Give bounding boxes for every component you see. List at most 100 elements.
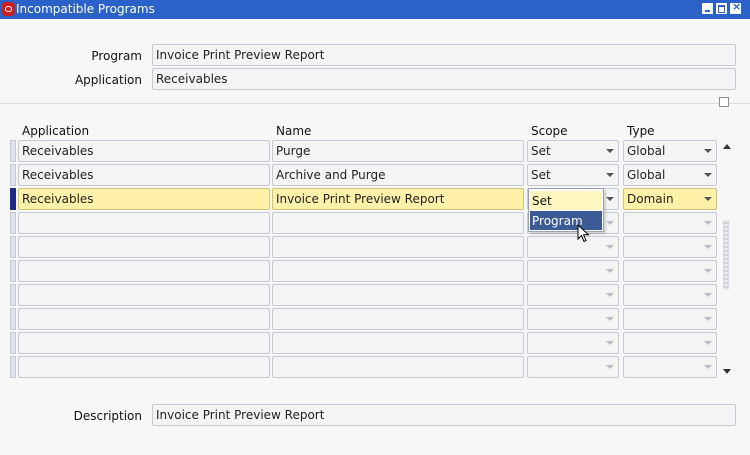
program-field[interactable]: Invoice Print Preview Report [152, 44, 736, 66]
window-title: Incompatible Programs [16, 2, 155, 16]
row-indicator[interactable] [10, 308, 16, 330]
row-indicator[interactable] [10, 212, 16, 234]
cell-scope[interactable] [527, 308, 619, 330]
cell-application[interactable] [18, 332, 270, 354]
title-bar: Incompatible Programs [0, 0, 750, 19]
cell-name[interactable]: Archive and Purge [272, 164, 524, 186]
application-field[interactable]: Receivables [152, 68, 736, 90]
chevron-down-icon[interactable] [704, 365, 712, 369]
cell-scope[interactable]: Set [527, 140, 619, 162]
cell-type[interactable] [623, 308, 717, 330]
cell-type[interactable]: Global [623, 140, 717, 162]
cell-scope[interactable] [527, 356, 619, 378]
cell-name[interactable] [272, 356, 524, 378]
cell-application[interactable]: Receivables [18, 188, 270, 210]
cell-type-value: Global [627, 168, 666, 182]
program-label: Program [91, 49, 142, 63]
row-indicator-current[interactable] [10, 188, 16, 210]
section-divider [0, 103, 750, 104]
cell-application[interactable]: Receivables [18, 140, 270, 162]
column-header-type: Type [627, 124, 655, 138]
cell-application[interactable] [18, 236, 270, 258]
cell-name[interactable] [272, 308, 524, 330]
chevron-down-icon[interactable] [606, 149, 614, 153]
application-label: Application [74, 73, 142, 87]
chevron-down-icon[interactable] [606, 221, 614, 225]
description-label: Description [73, 409, 142, 423]
cell-type[interactable]: Global [623, 164, 717, 186]
scope-dropdown-list[interactable]: Set Program [528, 188, 604, 232]
chevron-down-icon[interactable] [606, 293, 614, 297]
row-indicator[interactable] [10, 236, 16, 258]
chevron-down-icon[interactable] [704, 221, 712, 225]
cell-application[interactable] [18, 212, 270, 234]
close-icon[interactable] [730, 0, 741, 14]
cell-type-value: Global [627, 144, 666, 158]
cell-type[interactable] [623, 260, 717, 282]
row-indicator[interactable] [10, 356, 16, 378]
cell-name[interactable]: Invoice Print Preview Report [272, 188, 524, 210]
chevron-down-icon[interactable] [606, 197, 614, 201]
cell-name[interactable] [272, 236, 524, 258]
cell-name[interactable] [272, 212, 524, 234]
minimize-icon[interactable] [702, 3, 713, 14]
row-indicator[interactable] [10, 260, 16, 282]
chevron-down-icon[interactable] [606, 173, 614, 177]
cell-type[interactable] [623, 236, 717, 258]
cell-scope[interactable] [527, 284, 619, 306]
chevron-down-icon[interactable] [704, 173, 712, 177]
dropdown-option-program[interactable]: Program [530, 211, 602, 230]
chevron-down-icon[interactable] [704, 245, 712, 249]
chevron-down-icon[interactable] [606, 341, 614, 345]
cell-type-value: Domain [627, 192, 674, 206]
cell-type[interactable]: Domain [623, 188, 717, 210]
scroll-up-icon[interactable] [723, 144, 731, 149]
cell-type[interactable] [623, 356, 717, 378]
scroll-track[interactable] [723, 220, 729, 290]
chevron-down-icon[interactable] [704, 317, 712, 321]
row-indicator[interactable] [10, 284, 16, 306]
cell-name[interactable] [272, 260, 524, 282]
chevron-down-icon[interactable] [704, 197, 712, 201]
chevron-down-icon[interactable] [606, 317, 614, 321]
column-header-scope: Scope [531, 124, 568, 138]
cell-scope[interactable] [527, 332, 619, 354]
vertical-scrollbar[interactable] [720, 140, 732, 378]
cell-name[interactable] [272, 284, 524, 306]
cell-application[interactable] [18, 284, 270, 306]
scroll-down-icon[interactable] [723, 369, 731, 374]
cell-scope[interactable] [527, 236, 619, 258]
cell-application[interactable] [18, 308, 270, 330]
cell-application[interactable]: Receivables [18, 164, 270, 186]
chevron-down-icon[interactable] [606, 269, 614, 273]
cell-type[interactable] [623, 212, 717, 234]
cell-name[interactable]: Purge [272, 140, 524, 162]
cell-type[interactable] [623, 284, 717, 306]
oracle-logo-icon [2, 2, 15, 16]
chevron-down-icon[interactable] [606, 245, 614, 249]
checkbox[interactable] [719, 97, 729, 107]
chevron-down-icon[interactable] [704, 341, 712, 345]
description-field[interactable]: Invoice Print Preview Report [152, 404, 736, 426]
column-header-name: Name [276, 124, 312, 138]
chevron-down-icon[interactable] [704, 269, 712, 273]
cell-name[interactable] [272, 332, 524, 354]
cell-application[interactable] [18, 260, 270, 282]
cell-application[interactable] [18, 356, 270, 378]
cell-type[interactable] [623, 332, 717, 354]
row-indicator[interactable] [10, 332, 16, 354]
mouse-cursor-icon [577, 224, 590, 243]
cell-scope[interactable]: Set [527, 164, 619, 186]
row-indicator[interactable] [10, 140, 16, 162]
chevron-down-icon[interactable] [704, 293, 712, 297]
chevron-down-icon[interactable] [704, 149, 712, 153]
dropdown-option-set[interactable]: Set [530, 191, 602, 210]
incompatible-programs-window: Incompatible Programs Program Invoice Pr… [0, 0, 750, 455]
chevron-down-icon[interactable] [606, 365, 614, 369]
maximize-icon[interactable] [716, 3, 727, 14]
cell-scope[interactable] [527, 260, 619, 282]
cell-scope-value: Set [531, 144, 551, 158]
row-indicator[interactable] [10, 164, 16, 186]
cell-scope-value: Set [531, 168, 551, 182]
column-header-application: Application [22, 124, 90, 138]
